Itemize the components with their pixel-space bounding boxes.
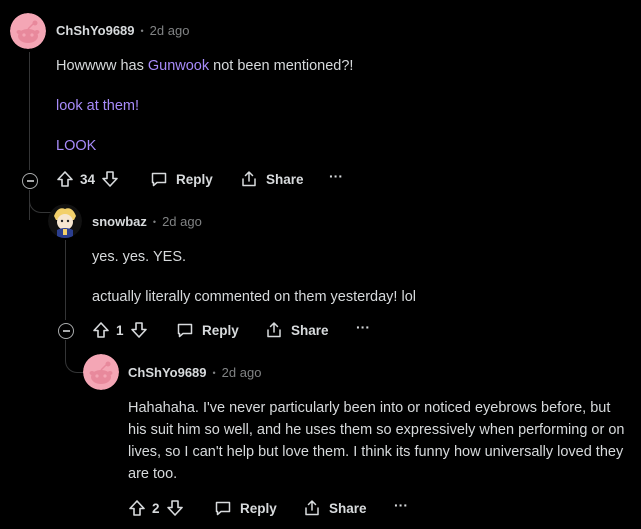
- comment-bubble-icon: [214, 499, 232, 517]
- downvote-icon[interactable]: [130, 321, 148, 339]
- share-icon: [265, 321, 283, 339]
- separator-dot: •: [212, 367, 216, 378]
- comment-text: actually literally commented on them yes…: [92, 289, 416, 305]
- reply-button[interactable]: Reply: [214, 499, 277, 517]
- reply-label: Reply: [240, 500, 277, 516]
- vote-count: 34: [80, 171, 96, 187]
- vote-count: 1: [116, 322, 124, 338]
- separator-dot: •: [152, 216, 157, 227]
- collapse-thread-button[interactable]: [22, 173, 38, 189]
- upvote-icon[interactable]: [92, 321, 110, 339]
- share-label: Share: [291, 322, 329, 338]
- avatar[interactable]: [10, 13, 46, 49]
- reply-label: Reply: [176, 171, 213, 187]
- collapse-thread-button[interactable]: [58, 323, 74, 339]
- share-button[interactable]: Share: [240, 170, 304, 188]
- vote-count: 2: [152, 500, 160, 516]
- share-label: Share: [266, 171, 304, 187]
- more-options-button[interactable]: ···: [394, 497, 408, 513]
- comment-bubble-icon: [176, 321, 194, 339]
- thread-line-root: [29, 52, 30, 170]
- downvote-icon[interactable]: [101, 170, 119, 188]
- comment-text: not been mentioned?!: [209, 58, 354, 74]
- thread-curve-reply-2: [65, 340, 84, 373]
- avatar[interactable]: [83, 354, 119, 390]
- username[interactable]: ChShYo9689: [56, 23, 135, 38]
- downvote-icon[interactable]: [166, 499, 184, 517]
- comment-text: yes. yes. YES.: [92, 249, 187, 265]
- thread-line-reply-1: [65, 240, 66, 320]
- share-icon: [303, 499, 321, 517]
- timestamp[interactable]: 2d ago: [150, 23, 190, 38]
- username[interactable]: ChShYo9689: [128, 365, 207, 380]
- look-link[interactable]: LOOK: [56, 135, 96, 157]
- comment-text: Hahahaha. I've never particularly been i…: [128, 400, 625, 482]
- gunwook-link[interactable]: Gunwook: [148, 58, 209, 74]
- thread-curve-reply-1: [29, 190, 52, 213]
- separator-dot: •: [140, 25, 144, 36]
- username[interactable]: snowbaz: [92, 214, 147, 229]
- share-label: Share: [329, 500, 367, 516]
- timestamp[interactable]: 2d ago: [222, 365, 262, 380]
- avatar[interactable]: [48, 204, 82, 238]
- comment-body-line: Howwww has Gunwook not been mentioned?!: [56, 55, 353, 77]
- timestamp[interactable]: 2d ago: [162, 214, 202, 229]
- share-button[interactable]: Share: [303, 499, 367, 517]
- more-options-button[interactable]: ···: [356, 319, 370, 335]
- more-icon: ···: [394, 497, 408, 513]
- upvote-icon[interactable]: [128, 499, 146, 517]
- upvote-icon[interactable]: [56, 170, 74, 188]
- more-icon: ···: [356, 319, 370, 335]
- comment-text: Howwww has: [56, 58, 148, 74]
- look-at-them-link[interactable]: look at them!: [56, 95, 139, 117]
- comment-bubble-icon: [150, 170, 168, 188]
- more-options-button[interactable]: ···: [329, 168, 343, 184]
- reply-label: Reply: [202, 322, 239, 338]
- reply-button[interactable]: Reply: [150, 170, 213, 188]
- share-button[interactable]: Share: [265, 321, 329, 339]
- reply-button[interactable]: Reply: [176, 321, 239, 339]
- share-icon: [240, 170, 258, 188]
- more-icon: ···: [329, 168, 343, 184]
